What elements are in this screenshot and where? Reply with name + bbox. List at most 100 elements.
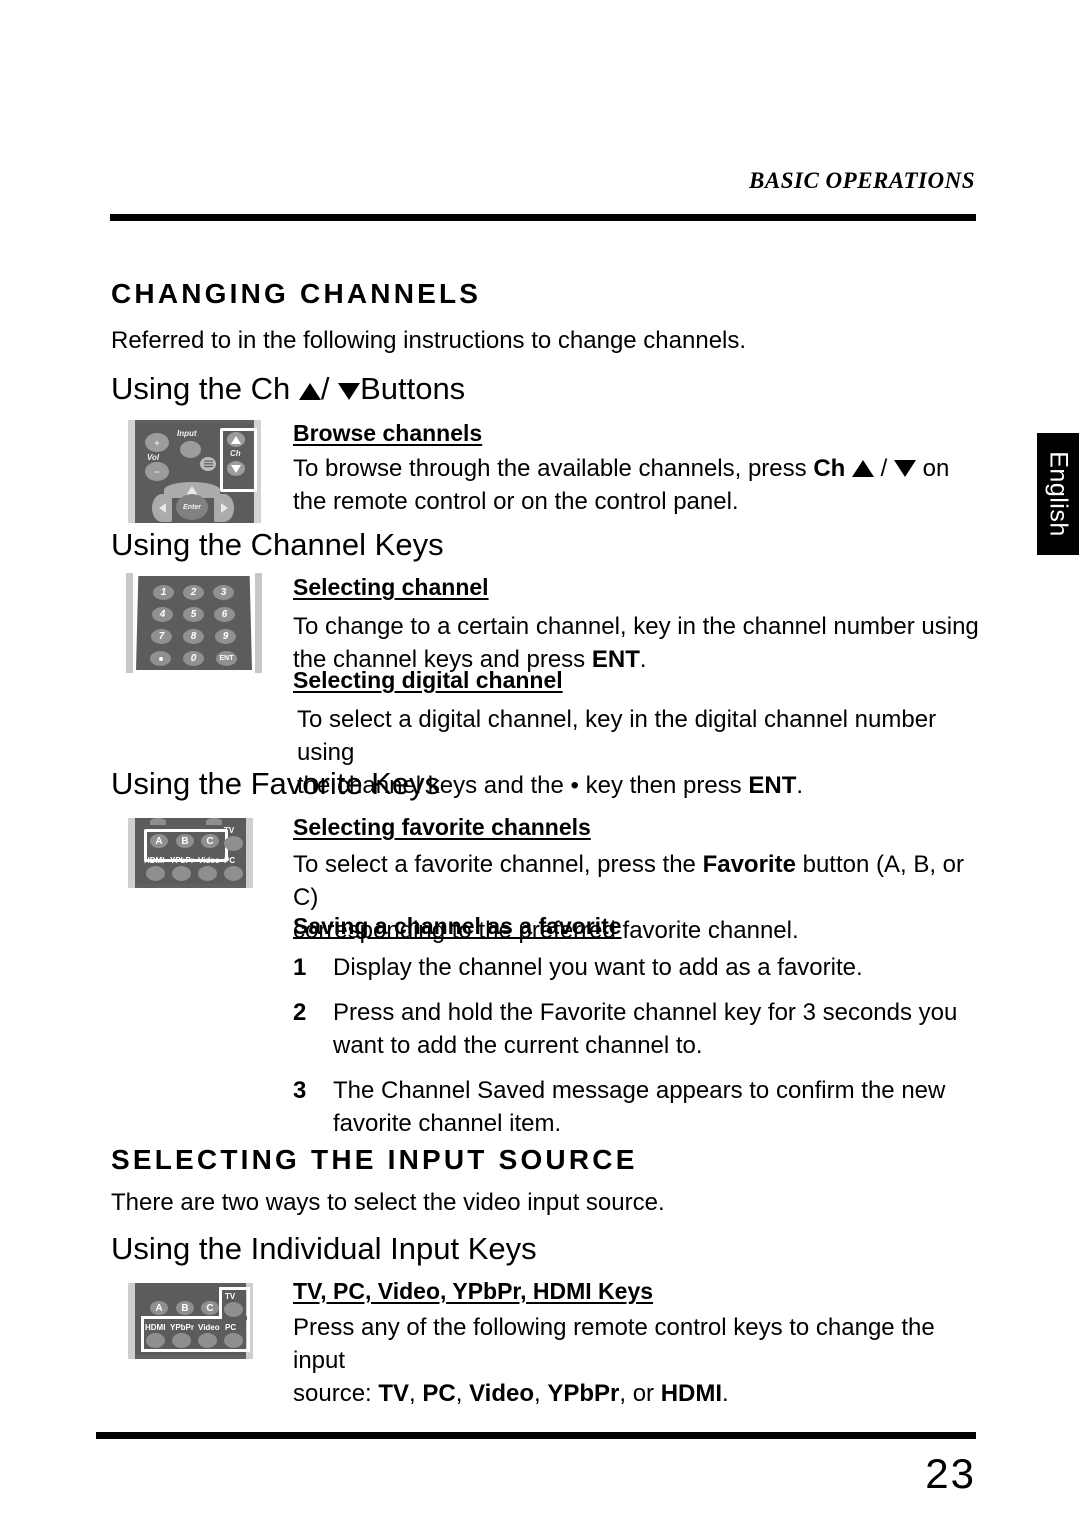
tv-button-art	[224, 836, 243, 851]
section-heading-selecting-input-source: SELECTING THE INPUT SOURCE	[111, 1144, 638, 1175]
header-rule	[110, 214, 976, 221]
favorite-button-c-art: C	[201, 834, 219, 848]
hdmi-button-art	[146, 1333, 165, 1348]
title-slash: /	[320, 371, 339, 406]
favorite-button-a-art: A	[150, 1301, 168, 1315]
input-sep-4: , or	[619, 1380, 661, 1407]
keypad-key-2: 2	[183, 585, 204, 600]
keypad-key-7: 7	[151, 629, 172, 644]
video-button-art	[198, 866, 217, 881]
triangle-down-icon	[338, 383, 361, 400]
triangle-down-icon	[894, 460, 916, 477]
list-item: 3 The Channel Saved message appears to c…	[293, 1074, 983, 1140]
keypad-key-dot	[150, 651, 171, 666]
pc-label-art: PC	[224, 856, 236, 865]
keypad-key-1: 1	[153, 585, 174, 600]
tv-label-art: TV	[224, 826, 235, 835]
keypad-key-0: 0	[183, 651, 204, 666]
keypad-key-ent: ENT	[216, 651, 237, 666]
browse-ch-bold: Ch	[813, 455, 846, 482]
subsection-title-favorite-keys: Using the Favorite Keys	[111, 766, 441, 801]
remote-favorite-keys-image: A B C TV HDMI YPbPr Video PC	[128, 818, 253, 888]
favorite-button-a-art: A	[150, 834, 168, 848]
subhead-browse-channels: Browse channels	[293, 420, 483, 446]
remote-ch-buttons-image: + Vol − Input Ch Enter	[128, 420, 261, 523]
remote-keypad-image: 1 2 3 4 5 6 7 8 9 0 ENT	[126, 573, 262, 673]
sel-ch-text-a: To change to a certain channel, key in t…	[293, 613, 979, 640]
top-stub-left-art	[150, 818, 166, 825]
favorite-button-b-art: B	[176, 834, 194, 848]
section-intro-selecting-input-source: There are two ways to select the video i…	[111, 1189, 665, 1216]
browse-text-2: on	[916, 455, 950, 482]
input-key-pc: PC	[422, 1380, 456, 1407]
steps-list: 1 Display the channel you want to add as…	[293, 951, 983, 1152]
sel-dig-text-a: To select a digital channel, key in the …	[297, 706, 937, 766]
enter-button-art: Enter	[176, 494, 208, 520]
language-side-tab-label: English	[1044, 451, 1073, 537]
subhead-saving-channel-as-favorite: Saving a channel as a favorite	[293, 913, 622, 939]
subsection-title-ch-prefix: Using the Ch	[111, 371, 299, 406]
hdmi-label-art: HDMI	[145, 1323, 166, 1332]
keypad-key-5: 5	[183, 607, 204, 622]
ypbpr-button-art	[172, 866, 191, 881]
browse-space-1	[845, 455, 852, 482]
ch-label-art: Ch	[230, 449, 241, 458]
ypbpr-label-art: YPbPr	[170, 1323, 195, 1332]
input-sep-3: ,	[534, 1380, 548, 1407]
input-label-art: Input	[177, 429, 197, 438]
list-item: 2 Press and hold the Favorite channel ke…	[293, 996, 983, 1062]
section-heading-changing-channels: CHANGING CHANNELS	[111, 278, 482, 309]
subhead-selecting-channel: Selecting channel	[293, 574, 489, 600]
subsection-title-individual-input-keys: Using the Individual Input Keys	[111, 1231, 537, 1266]
fav-text-a: To select a favorite channel, press the	[293, 851, 703, 878]
vol-up-button-art: +	[145, 433, 169, 452]
paragraph-input-keys: Press any of the following remote contro…	[293, 1311, 993, 1410]
running-head: BASIC OPERATIONS	[749, 168, 975, 193]
sel-dig-text-d: .	[796, 772, 804, 799]
subhead-input-keys: TV, PC, Video, YPbPr, HDMI Keys	[293, 1278, 654, 1304]
subhead-selecting-digital-channel: Selecting digital channel	[293, 667, 563, 693]
input-text-b: source:	[293, 1380, 379, 1407]
keypad-key-4: 4	[152, 607, 173, 622]
subsection-title-ch-suffix: Buttons	[360, 371, 466, 406]
footer-rule	[96, 1432, 976, 1439]
sel-ch-ent-bold: ENT	[591, 646, 640, 673]
keypad-key-8: 8	[183, 629, 204, 644]
subhead-selecting-favorite-channels: Selecting favorite channels	[293, 814, 591, 840]
triangle-up-icon	[298, 383, 321, 400]
input-sep-2: ,	[455, 1380, 470, 1407]
language-side-tab: English	[1037, 433, 1079, 555]
subsection-title-channel-keys: Using the Channel Keys	[111, 527, 444, 562]
ch-up-button-art	[227, 432, 245, 447]
hdmi-button-art	[146, 866, 165, 881]
browse-text-1: To browse through the available channels…	[293, 455, 814, 482]
page-number: 23	[925, 1450, 976, 1497]
tv-button-art	[224, 1302, 243, 1317]
vol-down-button-art: −	[145, 462, 169, 481]
triangle-up-icon	[851, 460, 874, 477]
keypad-key-6: 6	[214, 607, 235, 622]
video-button-art	[198, 1333, 217, 1348]
input-sep-1: ,	[409, 1380, 423, 1407]
sel-ch-text-d: .	[639, 646, 647, 673]
ch-down-button-art	[227, 461, 245, 476]
input-end-period: .	[722, 1380, 729, 1407]
pc-button-art	[224, 866, 243, 881]
menu-button-art	[200, 457, 216, 471]
paragraph-browse-channels: To browse through the available channels…	[293, 452, 983, 518]
favorite-button-b-art: B	[176, 1301, 194, 1315]
step-number: 2	[293, 999, 307, 1026]
input-key-tv: TV	[378, 1380, 410, 1407]
navpad-right-art	[214, 494, 234, 522]
step-text: Press and hold the Favorite channel key …	[333, 999, 958, 1059]
input-button-art	[180, 441, 201, 458]
top-stub-right-art	[206, 818, 222, 825]
pc-button-art	[224, 1333, 243, 1348]
list-item: 1 Display the channel you want to add as…	[293, 951, 983, 984]
vol-label-art: Vol	[147, 453, 160, 462]
tv-label-art: TV	[225, 1292, 236, 1301]
step-text: The Channel Saved message appears to con…	[333, 1077, 946, 1137]
enter-label-art: Enter	[183, 503, 201, 511]
subsection-title-ch-buttons: Using the Ch / Buttons	[111, 371, 465, 407]
browse-text-3: the remote control or on the control pan…	[293, 488, 739, 515]
